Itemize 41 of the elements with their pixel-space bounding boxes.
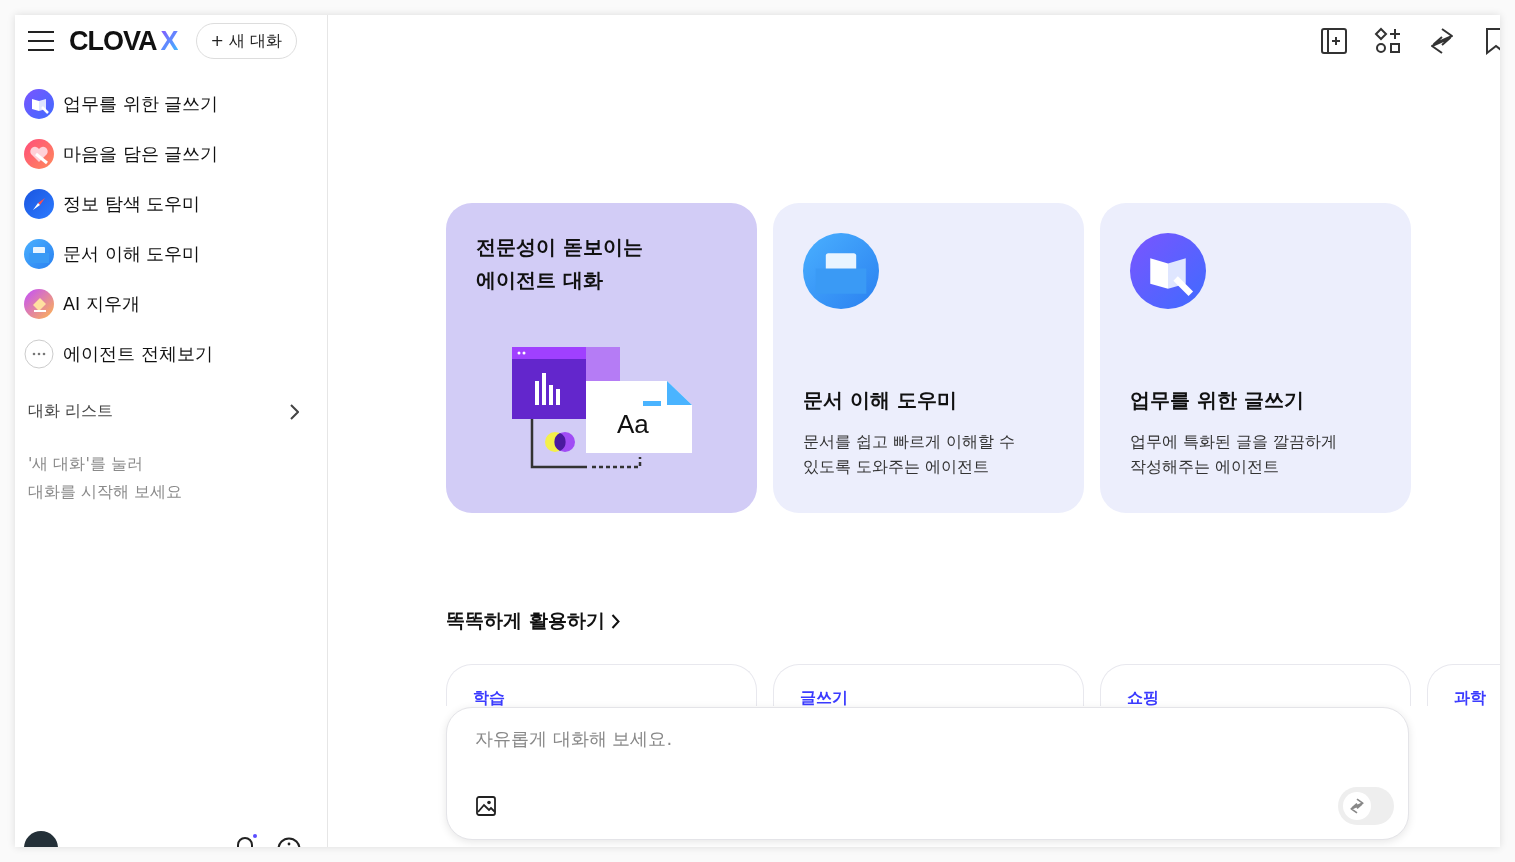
compass-icon [24,189,54,219]
card-title: 전문성이 돋보이는 에이전트 대화 [476,234,644,294]
menu-icon [27,30,55,52]
chevron-right-icon [610,613,620,629]
agent-link[interactable]: AI 지우개 [63,292,140,316]
new-note-icon[interactable] [1320,27,1348,55]
agent-card[interactable]: 문서 이해 도우미 문서를 쉽고 빠르게 이해할 수 있도록 도와주는 에이전트 [773,203,1084,513]
agent-link[interactable]: 정보 탐색 도우미 [63,192,201,216]
documents-drawing: Aa [512,347,694,473]
book-icon [24,89,54,119]
card-description: 문서를 쉽고 빠르게 이해할 수 있도록 도와주는 에이전트 [803,431,1017,478]
card-title: 문서 이해 도우미 [803,387,958,414]
new-chat-button[interactable]: + 새 대화 [195,23,298,59]
card-title: 업무를 위한 글쓰기 [1130,387,1305,414]
promo-card[interactable]: 전문성이 돋보이는 에이전트 대화 Aa [446,203,757,513]
folder-icon [24,239,54,269]
category-card[interactable]: 과학 [1427,664,1500,706]
agent-card[interactable]: 업무를 위한 글쓰기 업무에 특화된 글을 깔끔하게 작성해주는 에이전트 [1100,203,1411,513]
eraser-icon [24,289,54,319]
chevron-right-icon[interactable] [289,403,299,420]
chat-list-title: 대화 리스트 [28,401,114,422]
folder-icon [803,233,879,309]
section-link[interactable]: 똑똑하게 활용하기 [446,609,620,633]
empty-hint: '새 대화'를 눌러 대화를 시작해 보세요 [27,453,184,503]
image-icon[interactable] [475,795,497,817]
agent-link[interactable]: 문서 이해 도우미 [63,242,201,266]
card-description: 업무에 특화된 글을 깔끔하게 작성해주는 에이전트 [1130,431,1339,478]
category-card[interactable]: 학습 [446,664,757,706]
shapes-icon[interactable] [1374,27,1402,55]
menu-button[interactable] [27,30,55,52]
agent-link[interactable]: 에이전트 전체보기 [63,342,213,366]
logo-wordmark: CLOVA [69,25,157,57]
book-icon [1130,233,1206,309]
agent-link[interactable]: 업무를 위한 글쓰기 [63,92,219,116]
agent-toggle[interactable] [1338,787,1394,825]
more-icon [24,339,54,369]
category-card[interactable]: 글쓰기 [773,664,1084,706]
logo[interactable]: CLOVAX [69,25,178,57]
category-card[interactable]: 쇼핑 [1100,664,1411,706]
chat-input[interactable]: 자유롭게 대화해 보세요. [475,728,1382,749]
agent-link[interactable]: 마음을 담은 글쓰기 [63,142,219,166]
